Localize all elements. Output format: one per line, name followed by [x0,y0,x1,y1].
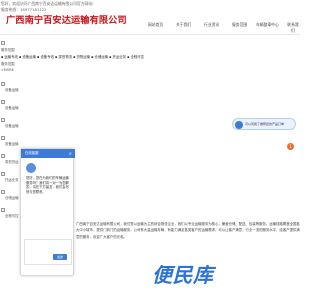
chat-window: 在线客服 × 您好，您在为我们的车辆运输服务吗？我们将一对一为您解答，请在下方留… [20,148,75,276]
nav-services[interactable]: 服务范围 [232,22,247,28]
close-icon[interactable]: × [69,151,72,156]
service-category-heading: 服务范围 [1,48,15,52]
agent-avatar-icon [26,163,36,173]
agent-avatar-icon [235,121,243,129]
more-link[interactable]: >MORE [1,68,14,72]
chat-message: 您好，您在为我们的车辆运输服务吗？我们将一对一为您解答，请在下方留言，我们会尽快… [26,176,69,194]
header-divider [0,34,300,35]
chat-header: 在线客服 × [21,149,75,158]
float-label: 可以问我了推荐您的产品订单 [245,122,285,126]
broken-image-icon [1,154,5,158]
broken-image-icon [1,118,5,122]
chat-title: 在线客服 [25,151,39,155]
send-button[interactable]: 发送 [53,254,67,260]
main-nav: 网站首页 关于我们 行业资讯 服务范围 车辆整車中心 联系我们 [136,18,300,33]
nav-home[interactable]: 网站首页 [148,22,163,28]
service-category-list[interactable]: ▪ 运输专线 ▪ 设备运输 ▪ 设备专线 ▪ 零担物流 ▪ 货物运输 ▪ 仓储运… [1,55,144,59]
nav-contact[interactable]: 联系我们 [286,22,300,34]
service-item[interactable]: 托运业务 [5,178,19,182]
unread-badge[interactable]: 1 [287,143,294,150]
broken-image-icon [1,136,5,140]
service-item[interactable]: 设备运输 [5,142,19,146]
broken-image-icon [1,100,5,104]
service-item[interactable]: 设备运输 [5,106,19,110]
broken-image-icon [1,190,5,194]
service-scope-heading: 服务范围 [1,62,15,66]
site-logo[interactable]: 广西南宁百安达运输有限公司 [6,16,127,25]
welcome-text: 您好，欢迎访问广西南宁百安达运输有限公司官方网站! [1,1,94,6]
service-item[interactable]: 全程可控 [5,214,19,218]
service-item[interactable]: 零担货运 [5,160,19,164]
hotline-text: 服务热线：18977181122 [1,7,47,12]
service-item[interactable]: 设备运输 [5,124,19,128]
chat-input[interactable]: 发送 [24,239,72,265]
company-intro: 广西南宁百安达运输有限公司，我们是以运输为主的综合物流企业，我们以专业运输服务为… [76,222,300,239]
broken-image-icon [1,41,5,45]
top-bar: 您好，欢迎访问广西南宁百安达运输有限公司官方网站! 服务热线：189771811… [0,0,300,14]
nav-about[interactable]: 关于我们 [176,22,191,28]
nav-news[interactable]: 行业资讯 [204,22,219,28]
service-item[interactable]: 设备运输 [5,88,19,92]
broken-image-icon [1,82,5,86]
broken-image-icon [1,208,5,212]
broken-image-icon [1,172,5,176]
chat-float-prompt[interactable]: 可以问我了推荐您的产品订单 [232,118,296,130]
service-item[interactable]: 仓储运输 [5,196,19,200]
nav-fleet[interactable]: 车辆整車中心 [256,22,279,28]
watermark-logo: 便民库 [152,263,214,287]
